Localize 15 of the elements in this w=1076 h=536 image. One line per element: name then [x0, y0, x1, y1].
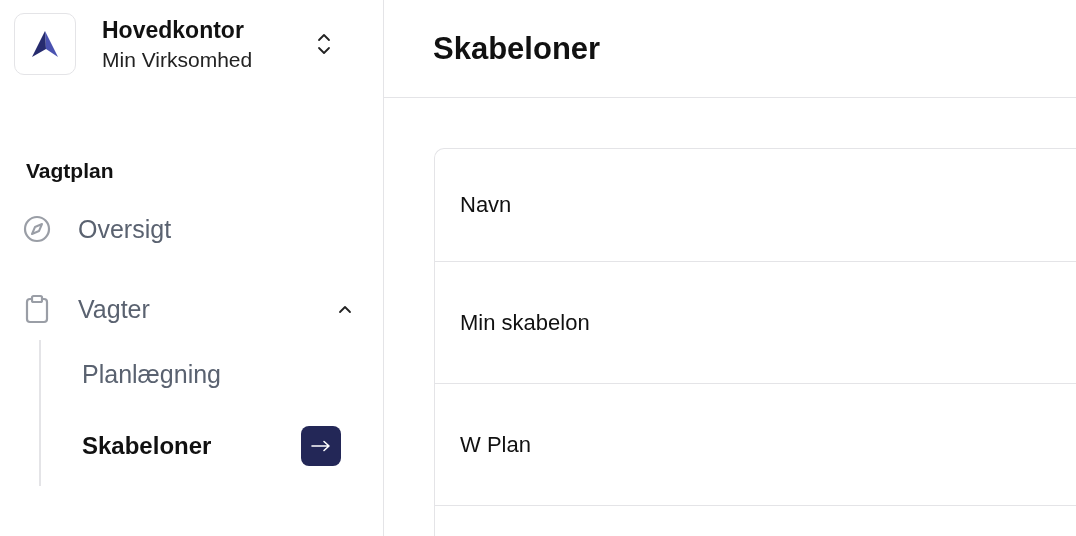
arrow-right-icon[interactable]	[301, 426, 341, 466]
page-title: Skabeloner	[433, 30, 601, 67]
section-title: Vagtplan	[26, 159, 114, 183]
logo-icon	[14, 13, 76, 75]
chevron-up-down-icon[interactable]	[316, 31, 332, 57]
nav-item[interactable]: Oversigt	[22, 207, 359, 251]
organization-name: Min Virksomhed	[102, 47, 254, 72]
nav-subitem[interactable]: Skabeloner	[82, 432, 212, 460]
column-header: Navn	[435, 149, 1076, 262]
nav-item[interactable]: Vagter	[22, 287, 359, 331]
table-cell[interactable]: W Plan	[435, 384, 1076, 506]
table-cell[interactable]: Min skabelon	[435, 262, 1076, 384]
workspace-name: Hovedkontor	[102, 16, 245, 44]
compass-icon	[22, 214, 52, 244]
nav-subitem[interactable]: Planlægning	[82, 359, 221, 389]
